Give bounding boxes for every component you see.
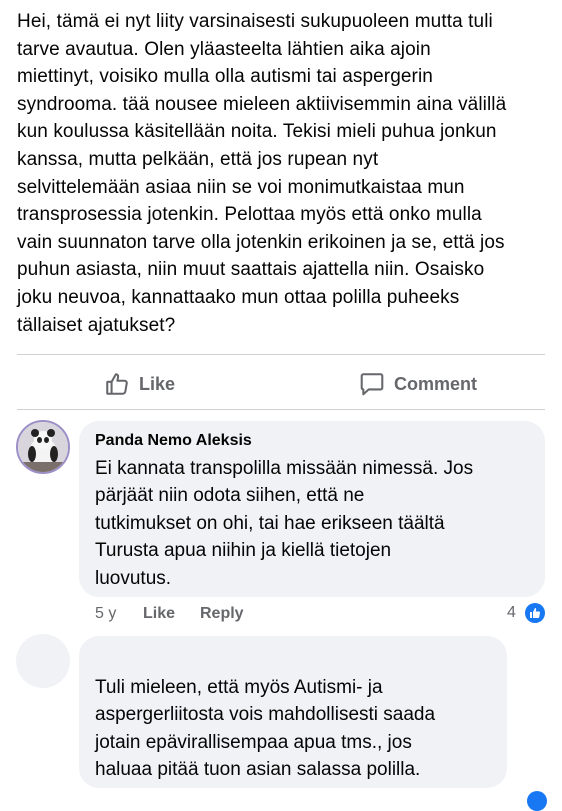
divider-top	[17, 354, 545, 355]
reaction-icon[interactable]	[527, 791, 547, 811]
comment-text: Ei kannata transpolilla missään nimessä.…	[95, 458, 474, 589]
comment-reply-button[interactable]: Reply	[200, 604, 244, 624]
comment-bubble: Panda Nemo Aleksis Ei kannata transpolil…	[79, 421, 545, 597]
post-text: Hei, tämä ei nyt liity varsinaisesti suk…	[17, 11, 507, 336]
comment-button[interactable]: Comment	[359, 367, 477, 401]
like-label: Like	[139, 373, 176, 394]
comment-bubble: Tuli mieleen, että myös Autismi- ja aspe…	[79, 636, 507, 788]
speech-bubble-outline-icon	[360, 373, 384, 396]
comment-label: Comment	[394, 373, 478, 394]
avatar-placeholder[interactable]	[16, 634, 70, 688]
like-button[interactable]: Like	[104, 367, 175, 401]
panda-avatar-icon	[18, 422, 68, 472]
comment-timestamp[interactable]: 5 y	[95, 604, 116, 624]
thumbs-up-filled-icon	[530, 608, 541, 618]
comment-text: Tuli mieleen, että myös Autismi- ja aspe…	[95, 677, 436, 781]
comment-like-button[interactable]: Like	[143, 604, 175, 624]
like-reaction-icon[interactable]	[525, 603, 545, 623]
avatar[interactable]	[16, 420, 70, 474]
thumbs-up-outline-icon	[106, 373, 128, 395]
comment-author[interactable]: Panda Nemo Aleksis	[95, 431, 531, 451]
comment-like-label: Like	[143, 605, 176, 622]
divider-bottom	[17, 409, 545, 410]
comment-reply-label: Reply	[200, 605, 244, 622]
reaction-count[interactable]: 4	[507, 604, 516, 622]
